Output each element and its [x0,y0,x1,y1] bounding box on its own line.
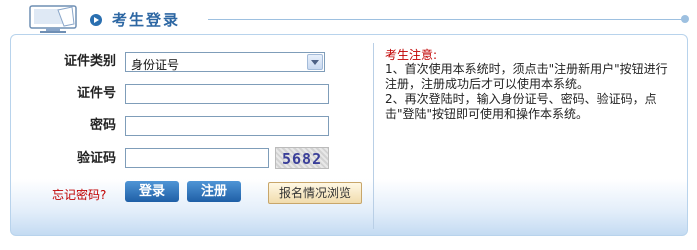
forgot-password-link[interactable]: 忘记密码? [52,186,106,203]
notice-title: 考生注意: [385,48,438,62]
chevron-down-icon[interactable] [307,54,323,70]
id-type-select[interactable]: 身份证号 [125,52,325,72]
title-rule [208,19,685,20]
captcha-image[interactable]: 5682 [275,147,329,169]
captcha-image-text: 5682 [282,150,323,168]
captcha-input[interactable] [125,148,269,168]
id-number-input[interactable] [125,84,329,104]
notice-body: 1、首次使用本系统时，须点击"注册新用户"按钮进行注册，注册成功后才可以使用本系… [385,62,675,122]
monitor-icon [29,5,77,33]
id-type-selected-value: 身份证号 [131,58,180,72]
notice-line: 1、首次使用本系统时，须点击"注册新用户"按钮进行注册，注册成功后才可以使用本系… [385,62,668,91]
register-button[interactable]: 注册 [187,181,241,202]
browse-registration-button[interactable]: 报名情况浏览 [268,182,362,204]
captcha-label: 验证码 [76,151,116,166]
id-type-label: 证件类别 [63,54,116,69]
login-button[interactable]: 登录 [125,181,179,202]
panel-divider [373,43,374,229]
password-input[interactable] [125,116,329,136]
password-label: 密码 [89,118,116,133]
login-header: 考生登录 [0,0,697,38]
notice-line: 2、再次登陆时，输入身份证号、密码、验证码，点击"登陆"按钮即可使用和操作本系统… [385,92,657,121]
id-number-label: 证件号 [76,86,116,101]
rule-end-dot [681,15,689,23]
arrow-bullet-icon [90,14,102,26]
page-title: 考生登录 [112,11,181,29]
